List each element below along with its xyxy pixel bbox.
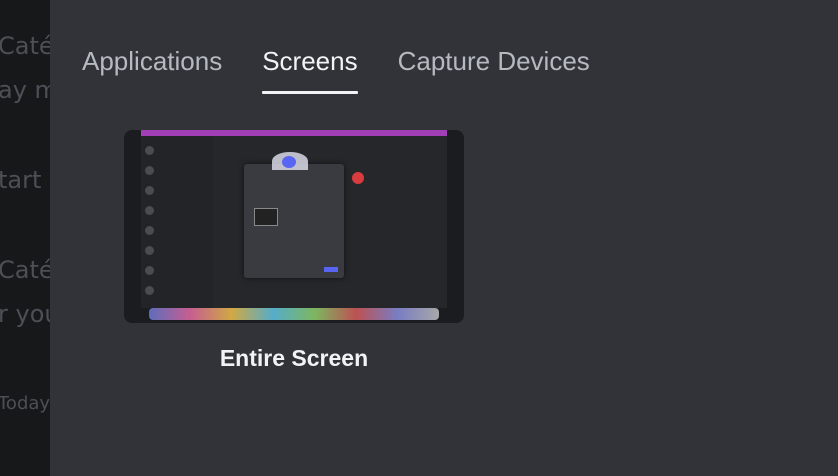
source-card-entire-screen[interactable]: Entire Screen: [124, 130, 464, 372]
screen-share-modal: Applications Screens Capture Devices Ent…: [50, 0, 838, 476]
thumbnail-dialog: [244, 164, 344, 278]
tab-screens[interactable]: Screens: [262, 44, 358, 94]
background-text: ay m: [0, 76, 50, 104]
background-text: tart: [0, 166, 42, 194]
background-text: Today: [0, 393, 50, 414]
thumbnail-sidebar: [141, 136, 213, 308]
thumbnail-illustration-accent: [282, 156, 296, 168]
background-app-strip: Caté ay m tart Caté r you Today: [0, 0, 50, 476]
background-text: Caté: [0, 32, 50, 60]
source-label: Entire Screen: [219, 345, 369, 371]
screen-thumbnail[interactable]: [124, 130, 464, 323]
background-text: r you: [0, 300, 50, 328]
thumbnail-red-badge: [352, 172, 364, 184]
background-text: Caté: [0, 256, 50, 284]
source-tabs: Applications Screens Capture Devices: [82, 44, 590, 94]
thumbnail-dock: [149, 308, 439, 320]
tab-applications[interactable]: Applications: [82, 44, 222, 94]
tab-capture-devices[interactable]: Capture Devices: [398, 44, 590, 94]
